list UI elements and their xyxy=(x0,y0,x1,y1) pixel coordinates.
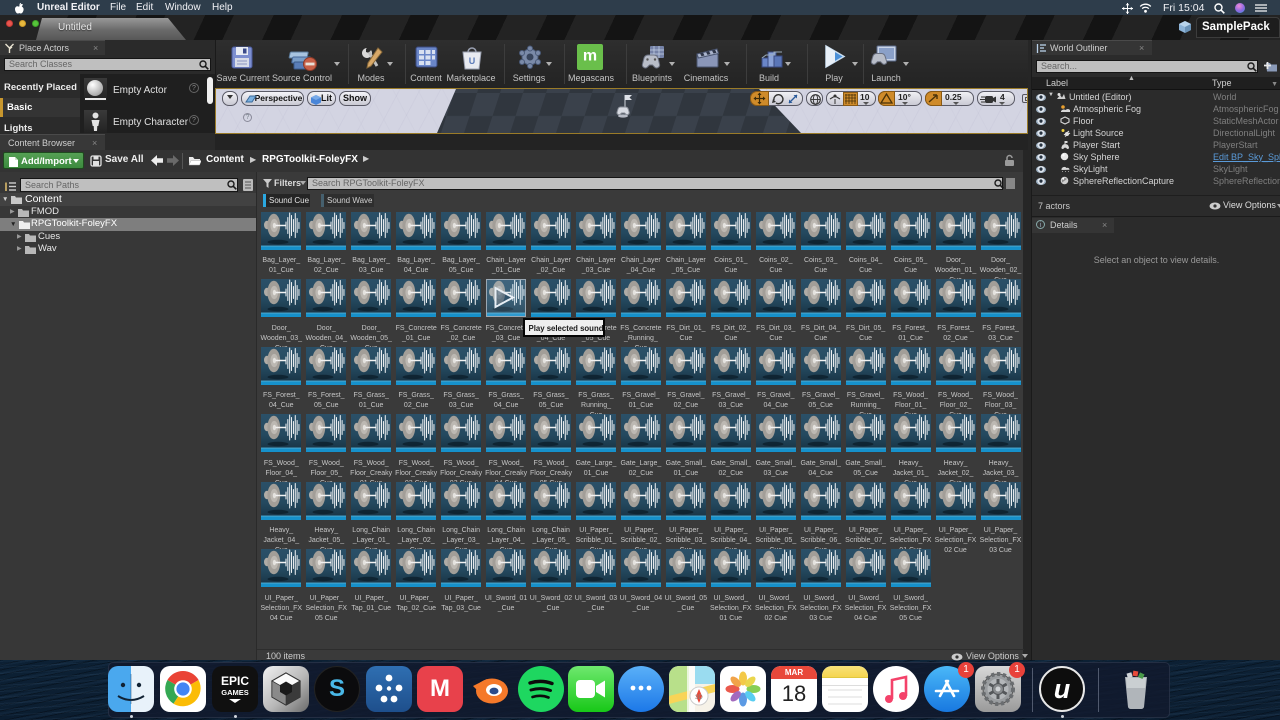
svg-text:U: U xyxy=(469,56,476,66)
svg-text:3D: 3D xyxy=(695,695,703,701)
svg-text:u: u xyxy=(1054,674,1071,704)
